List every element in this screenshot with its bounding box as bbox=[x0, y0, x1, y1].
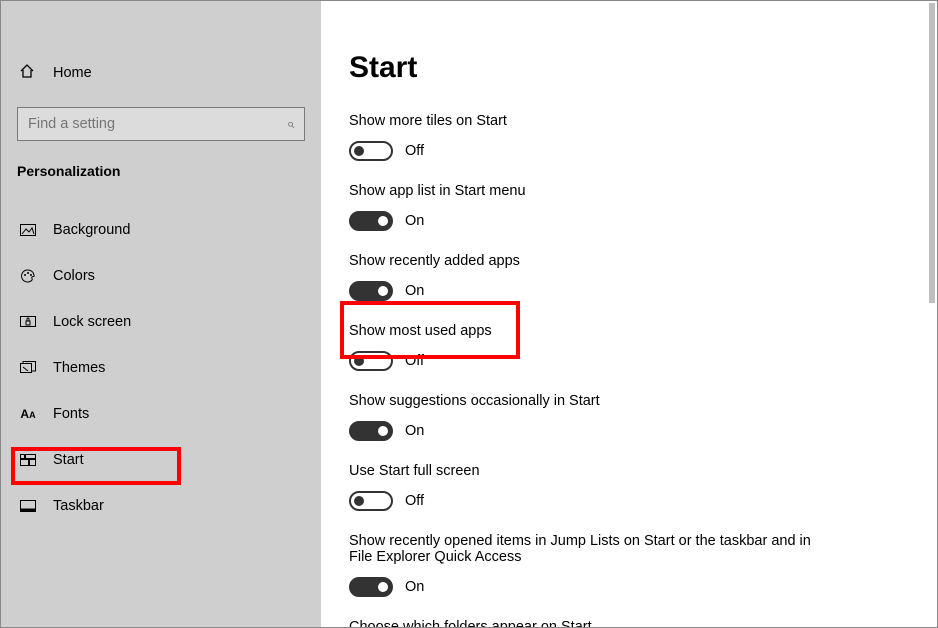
toggle-state-text: Off bbox=[405, 353, 424, 369]
toggle-state-text: Off bbox=[405, 493, 424, 509]
toggle-state-text: Off bbox=[405, 143, 424, 159]
setting-label: Show recently opened items in Jump Lists… bbox=[349, 533, 829, 565]
toggle-recent-items[interactable] bbox=[349, 577, 393, 597]
sidebar-item-label: Lock screen bbox=[53, 314, 131, 330]
fonts-icon: AA bbox=[19, 407, 37, 421]
picture-icon bbox=[19, 224, 37, 236]
toggle-state-text: On bbox=[405, 283, 424, 299]
toggle-knob bbox=[378, 286, 388, 296]
sidebar-item-label: Start bbox=[53, 452, 84, 468]
setting-label: Show app list in Start menu bbox=[349, 183, 909, 199]
toggle-row: On bbox=[349, 281, 909, 301]
setting-app-list: Show app list in Start menu On bbox=[349, 183, 909, 231]
toggle-knob bbox=[378, 582, 388, 592]
toggle-knob bbox=[354, 356, 364, 366]
toggle-state-text: On bbox=[405, 213, 424, 229]
vertical-scrollbar[interactable] bbox=[929, 3, 935, 303]
toggle-row: Off bbox=[349, 141, 909, 161]
setting-more-tiles: Show more tiles on Start Off bbox=[349, 113, 909, 161]
sidebar-item-label: Fonts bbox=[53, 406, 89, 422]
sidebar-item-background[interactable]: Background bbox=[1, 207, 321, 253]
sidebar-item-start[interactable]: Start bbox=[1, 437, 321, 483]
sidebar-item-label: Background bbox=[53, 222, 130, 238]
setting-recent-items: Show recently opened items in Jump Lists… bbox=[349, 533, 909, 597]
setting-label: Show more tiles on Start bbox=[349, 113, 909, 129]
page-title: Start bbox=[349, 51, 909, 85]
setting-label: Show recently added apps bbox=[349, 253, 909, 269]
sidebar-item-label: Colors bbox=[53, 268, 95, 284]
sidebar-item-lock-screen[interactable]: Lock screen bbox=[1, 299, 321, 345]
setting-label: Show most used apps bbox=[349, 323, 909, 339]
lock-screen-icon bbox=[19, 316, 37, 328]
toggle-state-text: On bbox=[405, 579, 424, 595]
toggle-most-used[interactable] bbox=[349, 351, 393, 371]
setting-label: Use Start full screen bbox=[349, 463, 909, 479]
toggle-row: Off bbox=[349, 351, 909, 371]
palette-icon bbox=[19, 268, 37, 284]
sidebar-item-fonts[interactable]: AA Fonts bbox=[1, 391, 321, 437]
toggle-more-tiles[interactable] bbox=[349, 141, 393, 161]
setting-label: Show suggestions occasionally in Start bbox=[349, 393, 909, 409]
search-input[interactable] bbox=[28, 116, 287, 132]
setting-most-used: Show most used apps Off bbox=[349, 323, 909, 371]
toggle-app-list[interactable] bbox=[349, 211, 393, 231]
start-icon bbox=[19, 454, 37, 466]
toggle-row: On bbox=[349, 421, 909, 441]
choose-folders-link[interactable]: Choose which folders appear on Start bbox=[349, 619, 909, 627]
sidebar-item-label: Themes bbox=[53, 360, 105, 376]
toggle-recent-apps[interactable] bbox=[349, 281, 393, 301]
toggle-full-screen[interactable] bbox=[349, 491, 393, 511]
sidebar-item-label: Taskbar bbox=[53, 498, 104, 514]
category-heading: Personalization bbox=[1, 163, 321, 179]
setting-full-screen: Use Start full screen Off bbox=[349, 463, 909, 511]
search-icon: ⌕ bbox=[287, 116, 294, 132]
toggle-row: On bbox=[349, 577, 909, 597]
toggle-knob bbox=[354, 146, 364, 156]
toggle-knob bbox=[378, 426, 388, 436]
search-box[interactable]: ⌕ bbox=[17, 107, 305, 141]
home-icon bbox=[19, 63, 35, 84]
themes-icon bbox=[19, 361, 37, 375]
toggle-knob bbox=[378, 216, 388, 226]
setting-suggestions: Show suggestions occasionally in Start On bbox=[349, 393, 909, 441]
sidebar: Home ⌕ Personalization Background Colors… bbox=[1, 1, 321, 627]
content-pane: Start Show more tiles on Start Off Show ap… bbox=[321, 1, 937, 627]
toggle-row: Off bbox=[349, 491, 909, 511]
toggle-state-text: On bbox=[405, 423, 424, 439]
search-container: ⌕ bbox=[17, 107, 305, 141]
toggle-suggestions[interactable] bbox=[349, 421, 393, 441]
sidebar-item-taskbar[interactable]: Taskbar bbox=[1, 483, 321, 529]
taskbar-icon bbox=[19, 500, 37, 512]
home-nav[interactable]: Home bbox=[1, 53, 321, 93]
toggle-row: On bbox=[349, 211, 909, 231]
sidebar-item-colors[interactable]: Colors bbox=[1, 253, 321, 299]
setting-recent-apps: Show recently added apps On bbox=[349, 253, 909, 301]
home-label: Home bbox=[53, 65, 92, 81]
toggle-knob bbox=[354, 496, 364, 506]
sidebar-item-themes[interactable]: Themes bbox=[1, 345, 321, 391]
